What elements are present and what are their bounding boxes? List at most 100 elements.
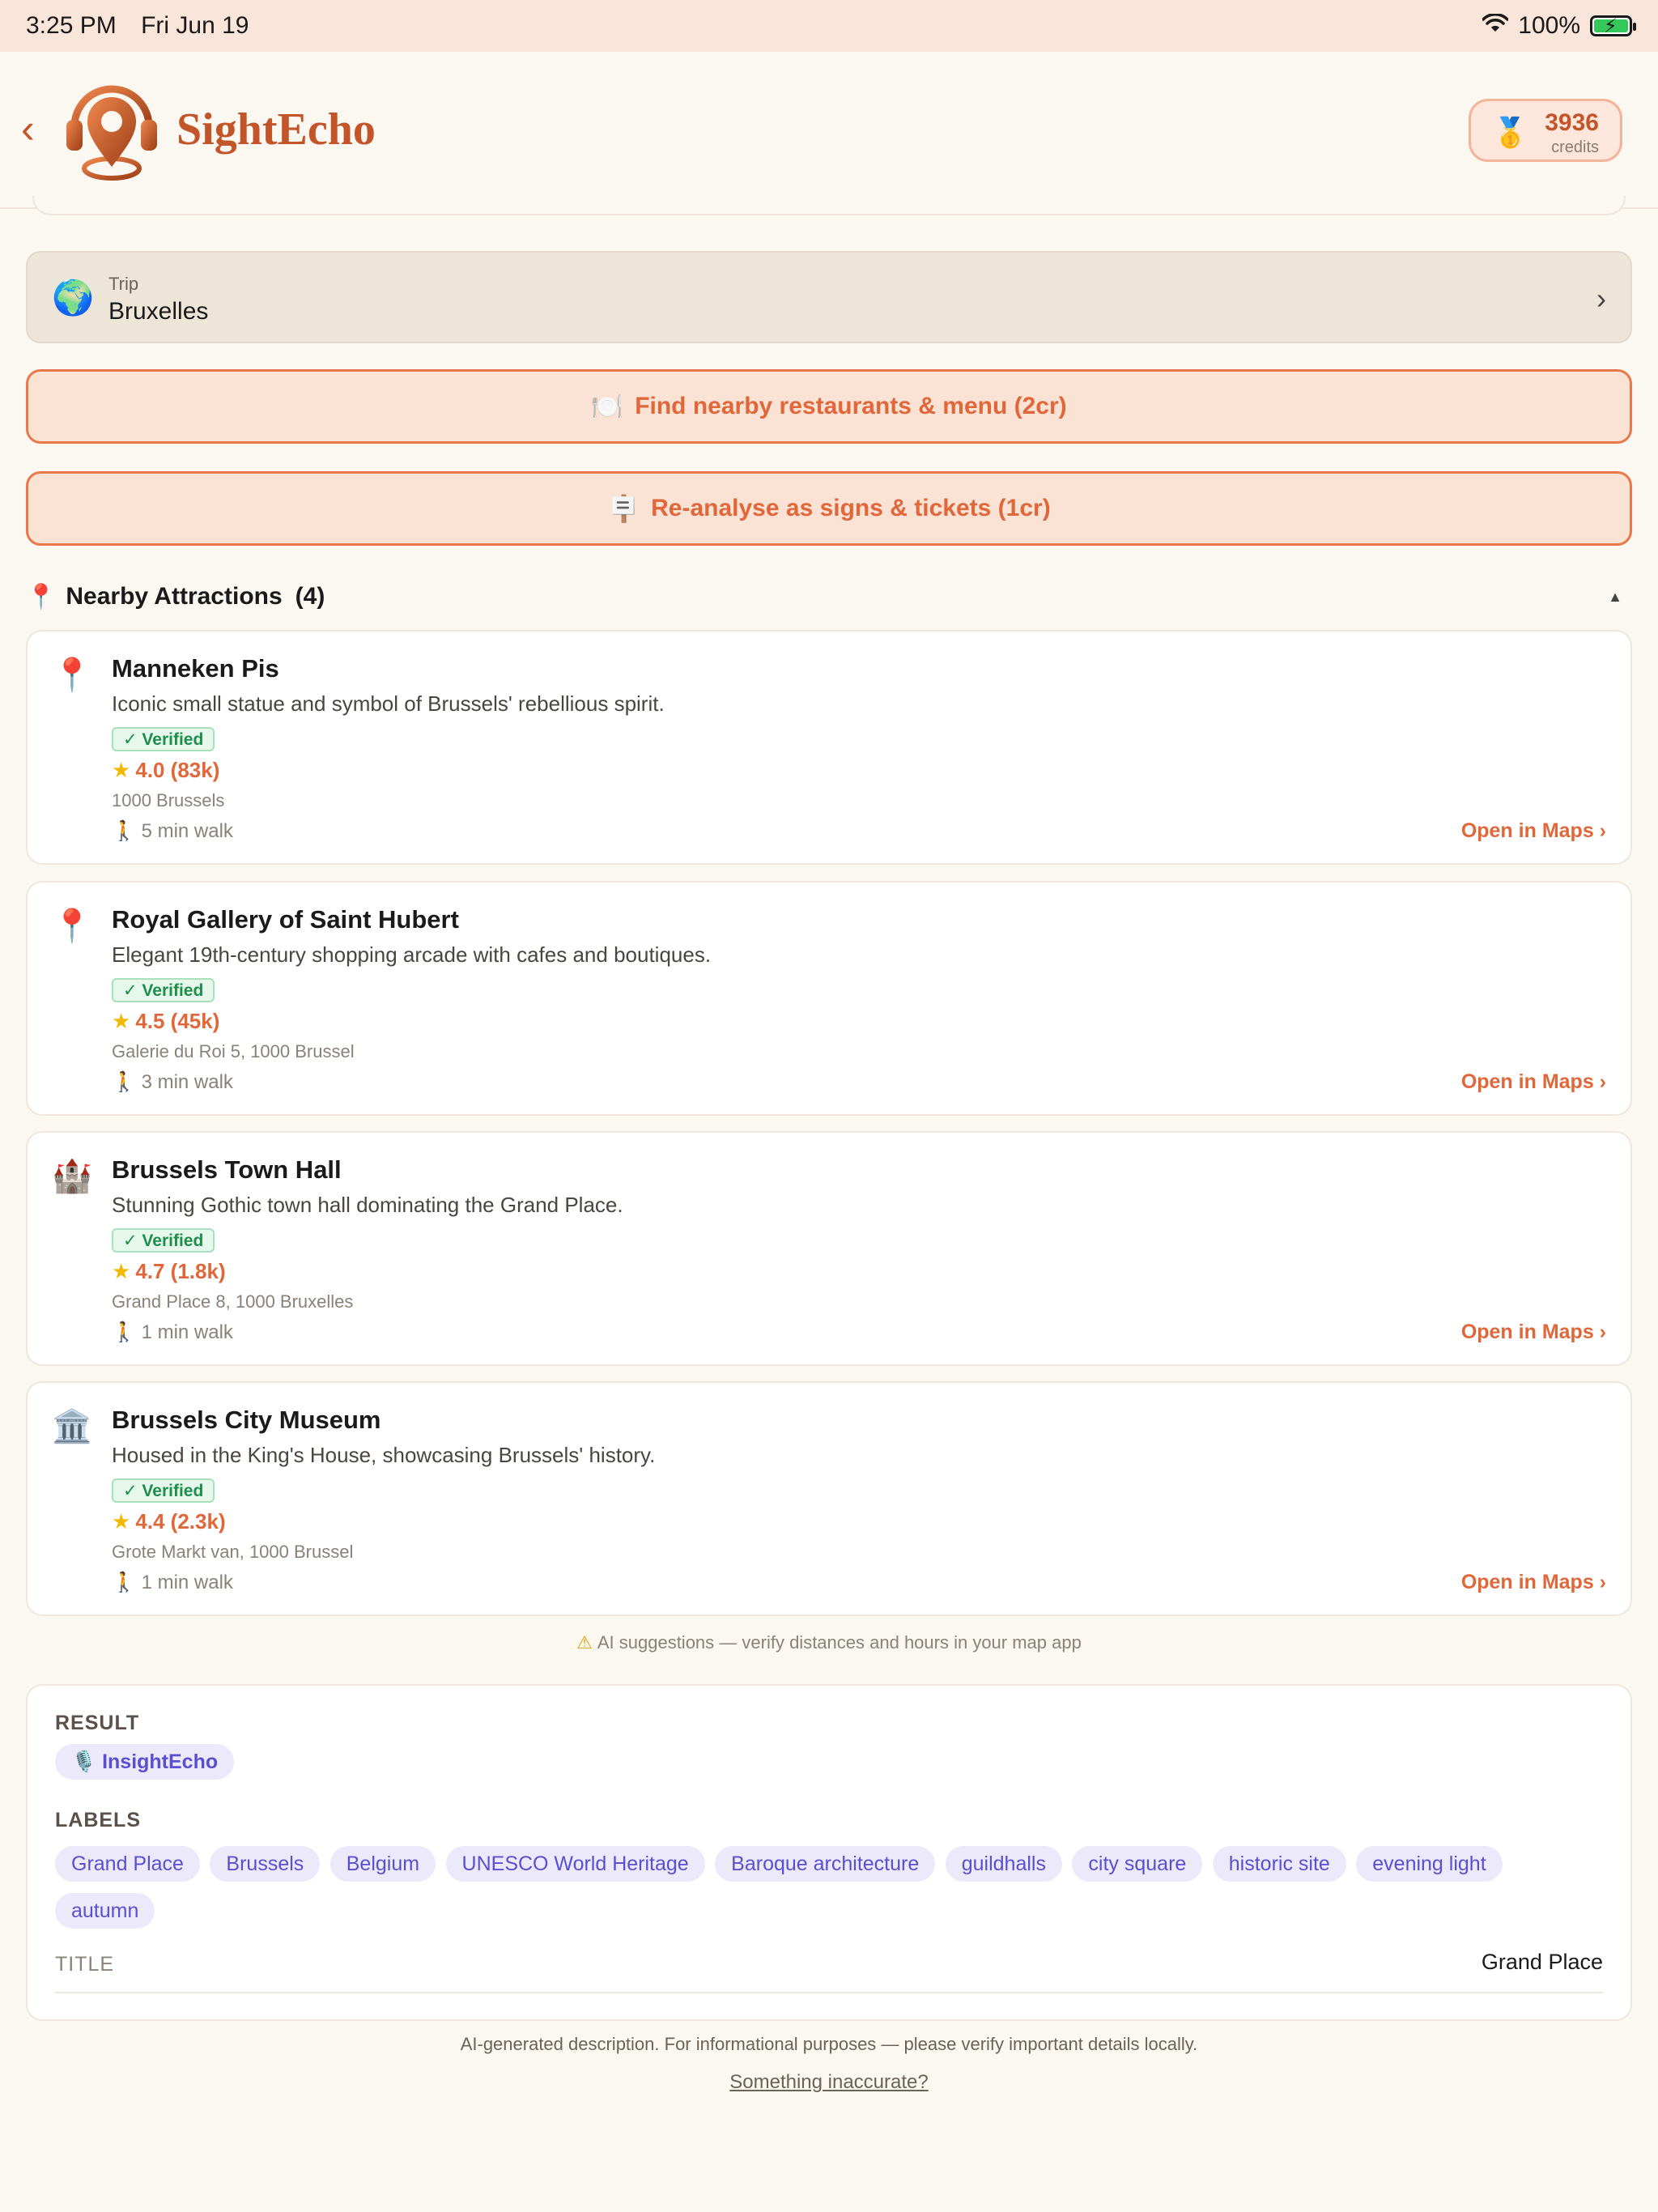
open-in-maps-link[interactable]: Open in Maps ›: [1461, 819, 1606, 843]
label-chip[interactable]: Grand Place: [55, 1846, 200, 1882]
attraction-description: Iconic small statue and symbol of Brusse…: [112, 691, 665, 716]
attraction-rating: ★ 4.7 (1.8k): [112, 1259, 226, 1284]
walk-time: 🚶 1 min walk: [112, 1571, 233, 1594]
star-icon: ★: [112, 1009, 131, 1033]
find-restaurants-label: Find nearby restaurants & menu (2cr): [635, 393, 1067, 419]
result-card: RESULT 🎙️ InsightEcho LABELS Grand Place…: [26, 1684, 1632, 2021]
app-logo-icon: [63, 73, 160, 185]
sign-icon: 🪧: [607, 494, 640, 523]
nearby-attractions-header[interactable]: 📍 Nearby Attractions (4) ▲: [26, 576, 1632, 617]
open-in-maps-link[interactable]: Open in Maps ›: [1461, 1070, 1606, 1094]
walk-time-label: 1 min walk: [141, 1321, 233, 1343]
battery-icon: ⚡: [1590, 15, 1636, 37]
chevron-right-icon: ›: [1596, 282, 1606, 315]
app-header: ‹ SightEcho 🥇 3936 credits: [0, 52, 1658, 209]
status-time: 3:25 PM: [26, 12, 117, 39]
credits-count: 3936: [1545, 109, 1599, 136]
collapse-caret-icon[interactable]: ▲: [1608, 589, 1622, 606]
pin-icon: 📍: [26, 583, 57, 610]
walking-person-icon: 🚶: [112, 1572, 142, 1593]
walk-time: 🚶 3 min walk: [112, 1070, 233, 1094]
attraction-description: Housed in the King's House, showcasing B…: [112, 1443, 656, 1467]
verified-badge: ✓ Verified: [112, 978, 215, 1002]
attraction-card[interactable]: 📍 Manneken Pis Iconic small statue and s…: [26, 630, 1632, 865]
title-heading: TITLE: [55, 1953, 115, 1976]
credits-label: credits: [1551, 138, 1599, 156]
trip-value: Bruxelles: [108, 298, 209, 325]
attraction-address: 1000 Brussels: [112, 790, 225, 810]
rating-value: 4.0 (83k): [135, 758, 220, 782]
attraction-address: Grote Markt van, 1000 Brussel: [112, 1542, 354, 1562]
reanalyse-signs-button[interactable]: 🪧 Re-analyse as signs & tickets (1cr): [26, 471, 1632, 546]
attraction-rating: ★ 4.5 (45k): [112, 1009, 219, 1034]
status-bar: 3:25 PM Fri Jun 19 100% ⚡: [0, 0, 1658, 52]
castle-icon: 🏰: [52, 1159, 92, 1194]
label-chip[interactable]: historic site: [1212, 1846, 1346, 1882]
back-chevron-icon[interactable]: ‹: [21, 108, 35, 149]
attraction-description: Stunning Gothic town hall dominating the…: [112, 1193, 623, 1217]
credits-badge[interactable]: 🥇 3936 credits: [1469, 99, 1622, 162]
globe-icon: 🌍: [52, 279, 95, 317]
walking-person-icon: 🚶: [112, 1321, 142, 1343]
walking-person-icon: 🚶: [112, 820, 142, 842]
find-restaurants-button[interactable]: 🍽️ Find nearby restaurants & menu (2cr): [26, 369, 1632, 444]
rating-value: 4.7 (1.8k): [135, 1259, 226, 1283]
medal-icon: 🥇: [1492, 116, 1528, 149]
open-in-maps-link[interactable]: Open in Maps ›: [1461, 1571, 1606, 1594]
label-chip[interactable]: UNESCO World Heritage: [445, 1846, 705, 1882]
ai-disclaimer: AI-generated description. For informatio…: [460, 2034, 1198, 2054]
report-inaccuracy-link[interactable]: Something inaccurate?: [0, 2071, 1658, 2094]
status-date: Fri Jun 19: [141, 12, 249, 39]
divider: [55, 1992, 1603, 1993]
ai-suggestions-notice: ⚠ AI suggestions — verify distances and h…: [0, 1632, 1658, 1653]
attraction-card[interactable]: 🏰 Brussels Town Hall Stunning Gothic tow…: [26, 1131, 1632, 1366]
verified-badge: ✓ Verified: [112, 1228, 215, 1253]
warning-icon: ⚠: [576, 1632, 593, 1653]
reanalyse-signs-label: Re-analyse as signs & tickets (1cr): [651, 495, 1051, 521]
label-chip[interactable]: evening light: [1356, 1846, 1503, 1882]
label-chip[interactable]: Baroque architecture: [715, 1846, 936, 1882]
walk-time: 🚶 1 min walk: [112, 1321, 233, 1344]
label-chip[interactable]: Brussels: [210, 1846, 321, 1882]
section-title: Nearby Attractions: [66, 583, 283, 610]
attraction-name: Brussels City Museum: [112, 1406, 381, 1434]
star-icon: ★: [112, 1509, 131, 1534]
walking-person-icon: 🚶: [112, 1071, 142, 1093]
app-title: SightEcho: [176, 104, 376, 155]
wifi-icon: [1482, 12, 1510, 40]
attraction-description: Elegant 19th-century shopping arcade wit…: [112, 942, 712, 967]
attraction-address: Grand Place 8, 1000 Bruxelles: [112, 1291, 354, 1312]
rating-value: 4.4 (2.3k): [135, 1509, 226, 1534]
attraction-rating: ★ 4.4 (2.3k): [112, 1509, 226, 1534]
star-icon: ★: [112, 758, 131, 782]
attraction-rating: ★ 4.0 (83k): [112, 758, 219, 783]
star-icon: ★: [112, 1259, 131, 1283]
title-value: Grand Place: [1481, 1950, 1603, 1974]
pin-icon: 📍: [52, 657, 92, 693]
previous-card-edge: [32, 196, 1626, 215]
labels-list: Grand Place Brussels Belgium UNESCO Worl…: [55, 1846, 1609, 1940]
attraction-card[interactable]: 🏛️ Brussels City Museum Housed in the Ki…: [26, 1381, 1632, 1616]
insightecho-chip[interactable]: 🎙️ InsightEcho: [55, 1744, 235, 1780]
walk-time-label: 3 min walk: [141, 1071, 233, 1093]
attraction-address: Galerie du Roi 5, 1000 Brussel: [112, 1041, 355, 1061]
section-count: (4): [295, 583, 325, 610]
trip-selector[interactable]: 🌍 Trip Bruxelles ›: [26, 251, 1632, 343]
notice-text: AI suggestions — verify distances and ho…: [597, 1632, 1082, 1653]
attraction-name: Royal Gallery of Saint Hubert: [112, 905, 459, 934]
attraction-name: Brussels Town Hall: [112, 1155, 342, 1184]
label-chip[interactable]: Belgium: [329, 1846, 436, 1882]
open-in-maps-link[interactable]: Open in Maps ›: [1461, 1321, 1606, 1344]
pin-icon: 📍: [52, 908, 92, 944]
rating-value: 4.5 (45k): [135, 1009, 220, 1033]
attraction-card[interactable]: 📍 Royal Gallery of Saint Hubert Elegant …: [26, 881, 1632, 1116]
battery-percent: 100%: [1518, 12, 1580, 39]
trip-label: Trip: [108, 274, 139, 294]
label-chip[interactable]: guildhalls: [945, 1846, 1062, 1882]
verified-badge: ✓ Verified: [112, 1478, 215, 1503]
label-chip[interactable]: city square: [1072, 1846, 1203, 1882]
walk-time: 🚶 5 min walk: [112, 819, 233, 843]
label-chip[interactable]: autumn: [55, 1893, 155, 1929]
result-heading: RESULT: [55, 1712, 140, 1734]
walk-time-label: 1 min walk: [141, 1572, 233, 1593]
